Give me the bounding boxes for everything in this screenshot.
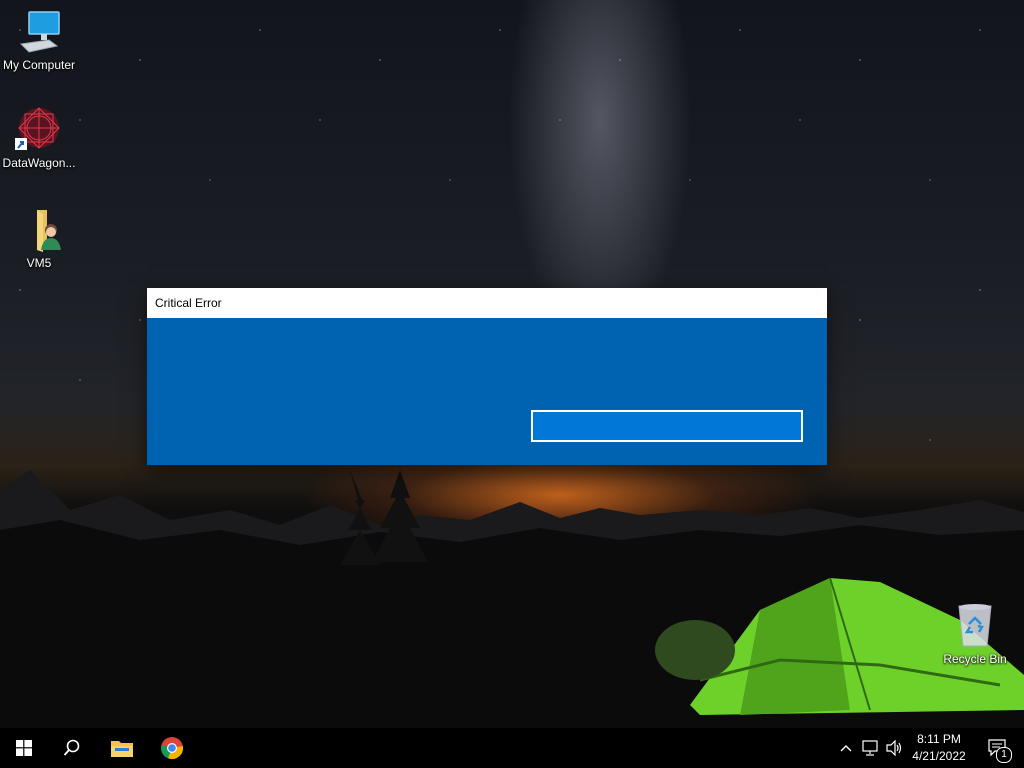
desktop-icon-label: DataWagon... — [2, 156, 76, 170]
chevron-up-icon[interactable] — [836, 728, 856, 768]
user-folder-icon — [15, 206, 63, 254]
taskbar: 8:11 PM 4/21/2022 1 — [0, 728, 1024, 768]
critical-error-dialog: Critical Error — [147, 288, 827, 465]
desktop-icon-datawagon[interactable]: DataWagon... — [0, 106, 78, 170]
taskbar-clock[interactable]: 8:11 PM 4/21/2022 — [900, 731, 978, 765]
dialog-titlebar[interactable]: Critical Error — [147, 288, 827, 318]
network-icon[interactable] — [860, 728, 882, 768]
windows-start-icon[interactable] — [0, 728, 48, 768]
chrome-icon[interactable] — [148, 728, 196, 768]
desktop-icon-label: My Computer — [2, 58, 76, 72]
recycle-bin-icon — [951, 602, 999, 650]
wallpaper-mountains — [0, 470, 1024, 728]
desktop-icon-label: Recycle Bin — [943, 652, 1007, 666]
notification-count-badge: 1 — [996, 747, 1012, 763]
clock-date: 4/21/2022 — [912, 749, 966, 763]
clock-time: 8:11 PM — [917, 732, 961, 746]
dialog-action-button[interactable] — [531, 410, 803, 442]
search-icon[interactable] — [48, 728, 96, 768]
file-explorer-icon[interactable] — [98, 728, 146, 768]
desktop-icon-recycle-bin[interactable]: Recycle Bin — [936, 602, 1014, 666]
datawagon-app-icon — [15, 106, 63, 154]
notifications-icon[interactable]: 1 — [980, 728, 1016, 768]
desktop-icon-my-computer[interactable]: My Computer — [0, 8, 78, 72]
desktop-icon-label: VM5 — [26, 256, 52, 270]
monitor-icon — [15, 8, 63, 56]
desktop-icon-vm5[interactable]: VM5 — [0, 206, 78, 270]
dialog-title: Critical Error — [155, 296, 222, 310]
